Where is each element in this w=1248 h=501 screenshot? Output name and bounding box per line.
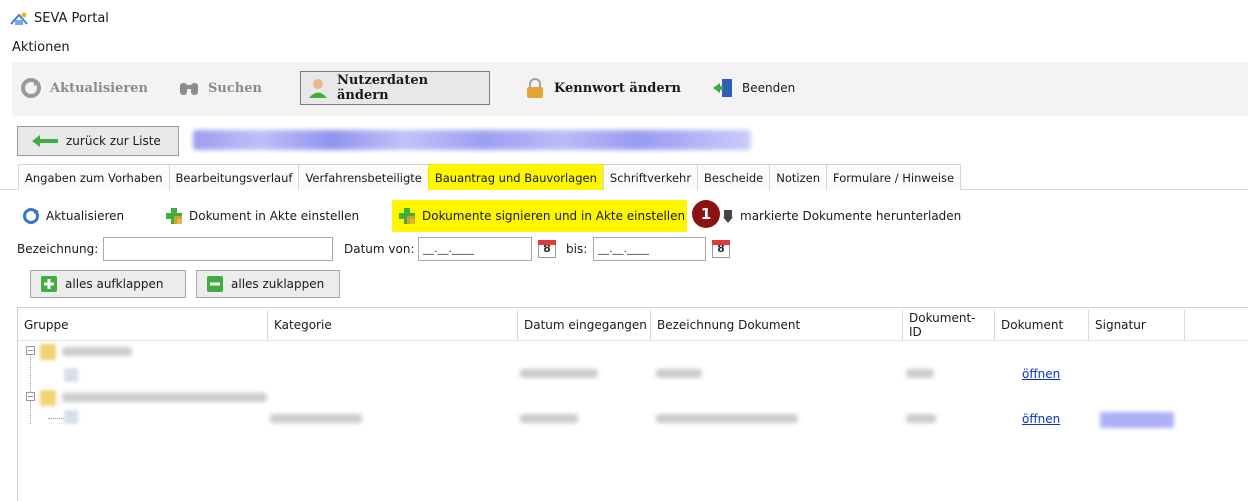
userdata-button[interactable]: Nutzerdaten ändern <box>300 71 490 105</box>
back-to-list-button[interactable]: zurück zur Liste <box>17 126 179 156</box>
open-document-link[interactable]: öffnen <box>1022 367 1060 381</box>
open-document-link[interactable]: öffnen <box>1022 412 1060 426</box>
refresh-label: Aktualisieren <box>50 80 148 96</box>
expand-all-label: alles aufklappen <box>65 277 164 291</box>
tab-bearbeitungsverlauf[interactable]: Bearbeitungsverlauf <box>168 164 300 190</box>
date-redacted <box>520 369 598 378</box>
tab-schriftverkehr[interactable]: Schriftverkehr <box>602 164 699 190</box>
signature-redacted <box>1100 412 1174 428</box>
doc-name-redacted <box>656 414 798 423</box>
userdata-label: Nutzerdaten ändern <box>337 73 429 103</box>
date-from-label: Datum von: <box>344 242 415 256</box>
document-icon <box>64 410 78 424</box>
folder-icon <box>40 344 56 360</box>
lock-icon <box>524 77 546 99</box>
doc-refresh-label: Aktualisieren <box>46 209 125 223</box>
calendar-icon[interactable]: 8 <box>712 240 730 258</box>
col-header-gruppe[interactable]: Gruppe <box>18 310 268 340</box>
date-from-input[interactable]: __.__.____ <box>418 237 532 261</box>
tree-collapse-toggle[interactable]: − <box>26 346 35 355</box>
name-filter-label: Bezeichnung: <box>17 242 99 256</box>
change-password-button[interactable]: Kennwort ändern <box>518 71 687 105</box>
col-header-signatur[interactable]: Signatur <box>1089 310 1185 340</box>
col-header-datum[interactable]: Datum eingegangen <box>518 310 651 340</box>
plus-icon <box>165 207 183 225</box>
sign-documents-button[interactable]: Dokumente signieren und in Akte einstell… <box>398 206 685 226</box>
app-title: SEVA Portal <box>34 11 109 26</box>
tab-angaben-zum-vorhaben[interactable]: Angaben zum Vorhaben <box>18 164 170 190</box>
search-button[interactable]: Suchen <box>172 71 268 105</box>
category-redacted <box>270 414 362 423</box>
tree-collapse-toggle[interactable]: − <box>26 392 35 401</box>
app-logo-icon <box>10 12 28 25</box>
download-documents-button[interactable]: markierte Dokumente herunterladen <box>722 206 961 226</box>
col-header-bezeichnung[interactable]: Bezeichnung Dokument <box>651 310 903 340</box>
tab-bar: Angaben zum Vorhaben Bearbeitungsverlauf… <box>18 164 962 190</box>
document-icon <box>64 368 78 382</box>
date-to-input[interactable]: __.__.____ <box>593 237 706 261</box>
exit-label: Beenden <box>742 81 796 95</box>
col-header-dokument-id[interactable]: Dokument-ID <box>903 310 995 340</box>
refresh-icon <box>20 77 42 99</box>
exit-button[interactable]: Beenden <box>706 71 801 105</box>
date-to-label: bis: <box>566 242 588 256</box>
title-bar <box>0 0 1248 38</box>
group-name-redacted <box>62 347 132 356</box>
tab-formulare-hinweise[interactable]: Formulare / Hinweise <box>826 164 962 190</box>
name-filter-input[interactable] <box>103 237 333 261</box>
collapse-all-button[interactable]: alles zuklappen <box>196 270 340 298</box>
menu-item-aktionen[interactable]: Aktionen <box>12 40 70 55</box>
add-document-button[interactable]: Dokument in Akte einstellen <box>165 206 359 226</box>
main-toolbar: Aktualisieren Suchen Nutzerdaten ändern … <box>12 62 1248 116</box>
col-header-dokument[interactable]: Dokument <box>995 310 1089 340</box>
tab-verfahrensbeteiligte[interactable]: Verfahrensbeteiligte <box>298 164 429 190</box>
binoculars-icon <box>178 77 200 99</box>
date-redacted <box>520 414 578 423</box>
expand-icon <box>41 276 57 292</box>
group-name-redacted <box>62 393 267 402</box>
calendar-icon[interactable]: 8 <box>538 240 556 258</box>
case-title-redacted <box>193 130 751 150</box>
table-header-divider <box>18 340 1248 341</box>
back-label: zurück zur Liste <box>66 134 161 148</box>
step-marker: 1 <box>692 200 720 228</box>
arrow-left-icon <box>32 135 58 147</box>
doc-id-redacted <box>906 369 934 378</box>
tab-notizen[interactable]: Notizen <box>769 164 828 190</box>
doc-name-redacted <box>656 369 702 378</box>
collapse-all-label: alles zuklappen <box>231 277 325 291</box>
collapse-icon <box>207 276 223 292</box>
sign-documents-label: Dokumente signieren und in Akte einstell… <box>422 209 686 223</box>
plus-icon <box>398 207 416 225</box>
add-document-label: Dokument in Akte einstellen <box>189 209 360 223</box>
download-icon <box>722 207 734 225</box>
refresh-icon <box>22 207 40 225</box>
password-label: Kennwort ändern <box>554 80 681 96</box>
user-icon <box>307 77 329 99</box>
col-header-kategorie[interactable]: Kategorie <box>268 310 518 340</box>
tab-bauantrag-und-bauvorlagen[interactable]: Bauantrag und Bauvorlagen <box>427 164 604 190</box>
exit-door-icon <box>712 77 734 99</box>
search-label: Suchen <box>208 80 262 96</box>
download-documents-label: markierte Dokumente herunterladen <box>740 209 962 223</box>
expand-all-button[interactable]: alles aufklappen <box>30 270 186 298</box>
refresh-button[interactable]: Aktualisieren <box>14 71 154 105</box>
doc-id-redacted <box>906 414 936 423</box>
tab-bescheide[interactable]: Bescheide <box>697 164 771 190</box>
doc-refresh-button[interactable]: Aktualisieren <box>22 206 124 226</box>
folder-icon <box>40 390 56 406</box>
tree-connector <box>30 352 31 424</box>
tree-connector <box>48 418 64 419</box>
